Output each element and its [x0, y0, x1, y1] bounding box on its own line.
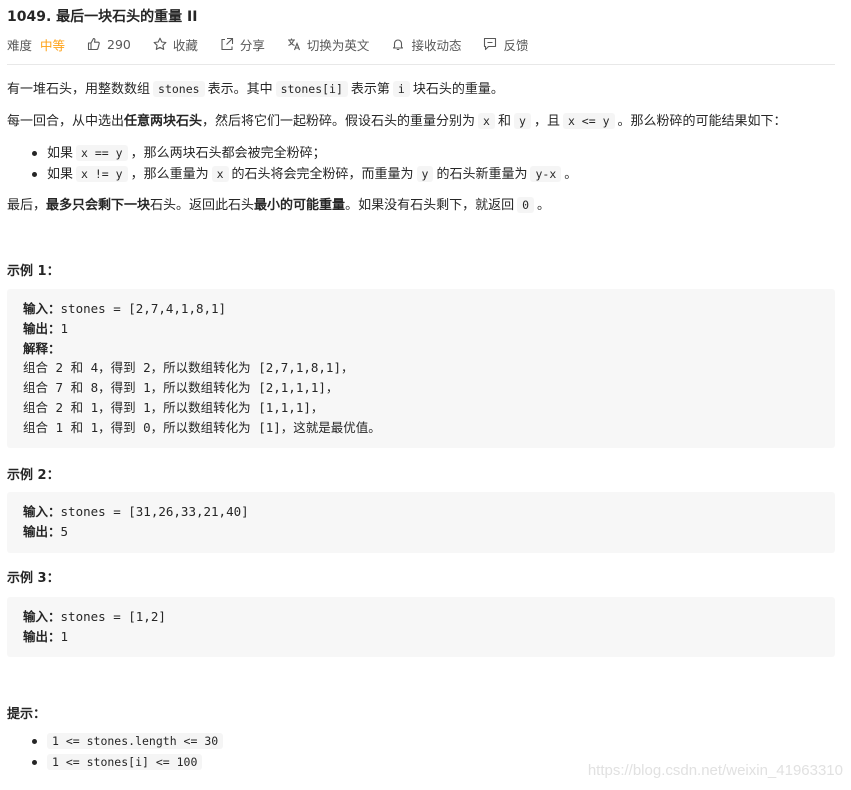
difficulty-label: 难度	[7, 37, 33, 53]
input-value: stones = [2,7,4,1,8,1]	[60, 301, 227, 316]
text: ，且	[533, 114, 560, 129]
text: 块石头的重量。	[412, 82, 504, 97]
inline-code: x <= y	[562, 113, 615, 129]
explain-line: 组合 2 和 1，得到 1，所以数组转化为 [1,1,1]，	[23, 399, 324, 415]
favorite-label: 收藏	[172, 37, 198, 53]
inline-code: y-x	[530, 166, 562, 182]
example-1-heading: 示例 1：	[7, 264, 60, 279]
translate-label: 切换为英文	[306, 37, 370, 53]
rules-list: 如果 x == y ，那么两块石头都会被完全粉碎； 如果 x != y ，那么重量为 x 的…	[7, 143, 577, 185]
constraints-list: 1 <= stones.length <= 30 1 <= stones[i] …	[7, 731, 226, 773]
description-paragraph-3: 最后，最多只会剩下一块石头。返回此石头最小的可能重量。如果没有石头剩下，就返回 0…	[7, 194, 550, 217]
text: 表示第	[350, 82, 390, 97]
header-divider	[7, 64, 835, 65]
example-2-heading: 示例 2：	[7, 468, 60, 483]
share-icon	[220, 37, 234, 51]
list-item: 1 <= stones.length <= 30	[7, 731, 226, 752]
bold-text: 最多只会剩下一块	[46, 198, 151, 213]
inline-code: x	[478, 113, 495, 129]
output-label: 输出：	[23, 628, 61, 644]
input-value: stones = [31,26,33,21,40]	[60, 504, 249, 519]
text: 。	[537, 198, 551, 213]
like-button[interactable]: 290	[87, 37, 131, 52]
watermark: https://blog.csdn.net/weixin_41963310	[587, 762, 843, 779]
explain-line: 组合 1 和 1，得到 0，所以数组转化为 [1]，这就是最优值。	[23, 419, 381, 435]
share-button[interactable]: 分享	[220, 35, 265, 54]
inline-code: i	[392, 81, 410, 97]
text: 如果	[47, 146, 74, 161]
feedback-icon	[483, 37, 497, 51]
star-icon	[153, 37, 167, 51]
text: 表示。其中	[207, 82, 273, 97]
text: 有一堆石头，用整数数组	[7, 82, 151, 97]
problem-toolbar: 难度 中等 290 收藏 分享 切换为英文 接收动态 反馈	[7, 34, 550, 54]
inline-code: 1 <= stones.length <= 30	[47, 733, 224, 749]
text: 的石头将会完全粉碎，而重量为	[231, 167, 414, 182]
like-count: 290	[107, 36, 131, 52]
output-value: 1	[60, 628, 69, 644]
text: 最后，	[7, 198, 47, 213]
inline-code: x == y	[76, 145, 128, 161]
input-label: 输入：	[23, 609, 61, 624]
translate-button[interactable]: 切换为英文	[287, 35, 370, 54]
inline-code: y	[416, 166, 434, 182]
constraints-heading: 提示：	[7, 707, 47, 722]
explain-label: 解释：	[23, 340, 61, 356]
difficulty-badge: 中等	[40, 37, 66, 53]
list-item: 1 <= stones[i] <= 100	[7, 752, 226, 773]
text: ，然后将它们一起粉碎。假设石头的重量分别为	[202, 114, 476, 129]
text: 石头。返回此石头	[150, 198, 255, 213]
explain-line: 组合 2 和 4，得到 2，所以数组转化为 [2,7,1,8,1]，	[23, 360, 354, 376]
thumbs-up-icon	[87, 37, 101, 51]
description-paragraph-2: 每一回合，从中选出任意两块石头，然后将它们一起粉碎。假设石头的重量分别为 x 和 y，…	[7, 110, 787, 133]
output-value: 5	[60, 523, 69, 539]
subscribe-button[interactable]: 接收动态	[391, 35, 461, 54]
list-item: 如果 x == y ，那么两块石头都会被完全粉碎；	[7, 143, 577, 164]
text: 每一回合，从中选出	[7, 114, 125, 129]
example-2-block: 输入：stones = [31,26,33,21,40] 输出：5	[7, 492, 835, 553]
example-3-heading: 示例 3：	[7, 571, 60, 586]
share-label: 分享	[239, 37, 265, 53]
inline-code: 1 <= stones[i] <= 100	[47, 754, 203, 770]
explain-line: 组合 7 和 8，得到 1，所以数组转化为 [2,1,1,1]，	[23, 380, 339, 396]
inline-code: stones	[153, 81, 205, 97]
list-item: 如果 x != y ，那么重量为 x 的石头将会完全粉碎，而重量为 y 的石头新重量为 y-x…	[7, 164, 577, 185]
inline-code: x	[211, 166, 229, 182]
translate-icon	[287, 37, 301, 51]
text: 。	[564, 167, 578, 182]
text: 如果	[47, 167, 74, 182]
text: 。那么粉碎的可能结果如下：	[617, 114, 787, 129]
output-value: 1	[60, 320, 69, 336]
inline-code: x != y	[76, 166, 128, 182]
bold-text: 最小的可能重量	[254, 198, 346, 213]
text: 。如果没有石头剩下，就返回	[345, 198, 515, 213]
problem-title: 1049. 最后一块石头的重量 II	[7, 9, 198, 25]
favorite-button[interactable]: 收藏	[153, 35, 198, 54]
input-value: stones = [1,2]	[60, 609, 166, 624]
inline-code: y	[514, 113, 531, 129]
text: 的石头新重量为	[436, 167, 528, 182]
text: 和	[497, 114, 511, 129]
inline-code: 0	[517, 197, 535, 213]
output-label: 输出：	[23, 523, 61, 539]
inline-code: stones[i]	[275, 81, 348, 97]
description-paragraph-1: 有一堆石头，用整数数组 stones 表示。其中 stones[i] 表示第 i 块石头的重…	[7, 78, 504, 101]
example-3-block: 输入：stones = [1,2] 输出：1	[7, 597, 835, 657]
example-1-block: 输入：stones = [2,7,4,1,8,1] 输出：1 解释： 组合 2 …	[7, 289, 835, 448]
text: ，那么重量为	[130, 167, 209, 182]
subscribe-label: 接收动态	[411, 37, 462, 53]
feedback-button[interactable]: 反馈	[483, 35, 528, 54]
bell-icon	[391, 37, 405, 51]
input-label: 输入：	[23, 504, 61, 519]
input-label: 输入：	[23, 301, 61, 316]
output-label: 输出：	[23, 320, 61, 336]
bold-text: 任意两块石头	[124, 114, 203, 129]
text: ，那么两块石头都会被完全粉碎；	[130, 146, 326, 161]
feedback-label: 反馈	[503, 37, 529, 53]
